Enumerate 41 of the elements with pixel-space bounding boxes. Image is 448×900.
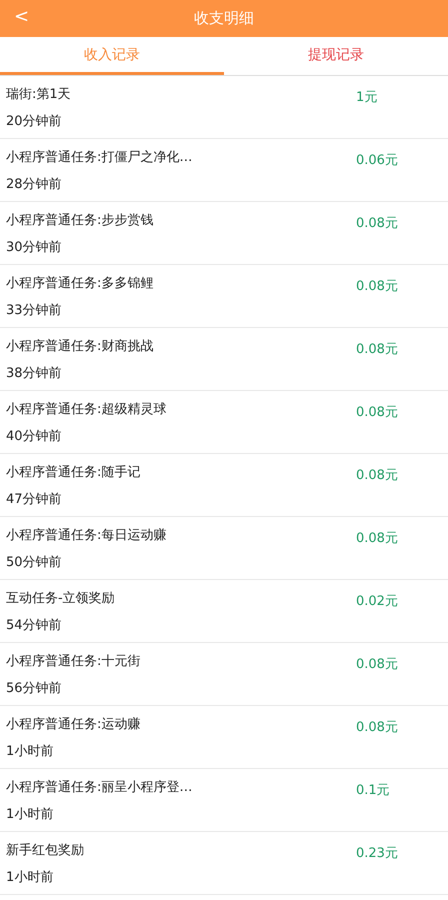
record-amount: 0.08元: [356, 278, 398, 295]
record-amount: 0.08元: [356, 719, 398, 736]
record-amount: 0.06元: [356, 152, 398, 169]
record-title: 小程序普通任务:打僵尸之净化…: [6, 148, 192, 166]
record-title: 瑞街:第1天: [6, 86, 71, 102]
record-title: 小程序普通任务:丽呈小程序登…: [6, 778, 192, 796]
record-amount: 0.08元: [356, 467, 398, 484]
record-title: 新手红包奖励: [6, 842, 84, 858]
record-time: 1小时前: [6, 806, 54, 822]
record-amount: 0.08元: [356, 215, 398, 232]
record-title: 小程序普通任务:运动赚: [6, 716, 140, 732]
record-time: 1小时前: [6, 868, 54, 886]
record-amount: 1元: [356, 89, 378, 106]
record-time: 40分钟前: [6, 428, 62, 444]
record-title: 小程序普通任务:每日运动赚: [6, 526, 166, 544]
record-amount: 0.02元: [356, 593, 398, 610]
record-time: 30分钟前: [6, 238, 62, 256]
record-amount: 0.08元: [356, 341, 398, 358]
record-title: 小程序普通任务:多多锦鲤: [6, 274, 154, 292]
record-title: 小程序普通任务:财商挑战: [6, 338, 154, 354]
record-title: 小程序普通任务:十元街: [6, 652, 140, 670]
record-time: 28分钟前: [6, 176, 62, 192]
record-time: 54分钟前: [6, 616, 62, 634]
record-amount: 0.23元: [356, 845, 398, 862]
record-amount: 0.08元: [356, 656, 398, 673]
back-button[interactable]: <: [10, 6, 34, 27]
record-time: 38分钟前: [6, 364, 62, 382]
record-title: 小程序普通任务:随手记: [6, 464, 140, 480]
record-time: 1小时前: [6, 742, 54, 760]
record-time: 56分钟前: [6, 680, 62, 696]
record-title: 小程序普通任务:超级精灵球: [6, 400, 166, 418]
record-amount: 0.1元: [356, 782, 390, 799]
record-time: 47分钟前: [6, 490, 62, 508]
record-title: 互动任务-立领奖励: [6, 590, 115, 606]
page-title: 收支明细: [194, 9, 254, 28]
record-amount: 0.08元: [356, 530, 398, 547]
record-title: 小程序普通任务:步步赏钱: [6, 212, 154, 228]
record-time: 33分钟前: [6, 302, 62, 318]
record-amount: 0.08元: [356, 404, 398, 421]
record-time: 20分钟前: [6, 112, 62, 130]
record-time: 50分钟前: [6, 554, 62, 570]
